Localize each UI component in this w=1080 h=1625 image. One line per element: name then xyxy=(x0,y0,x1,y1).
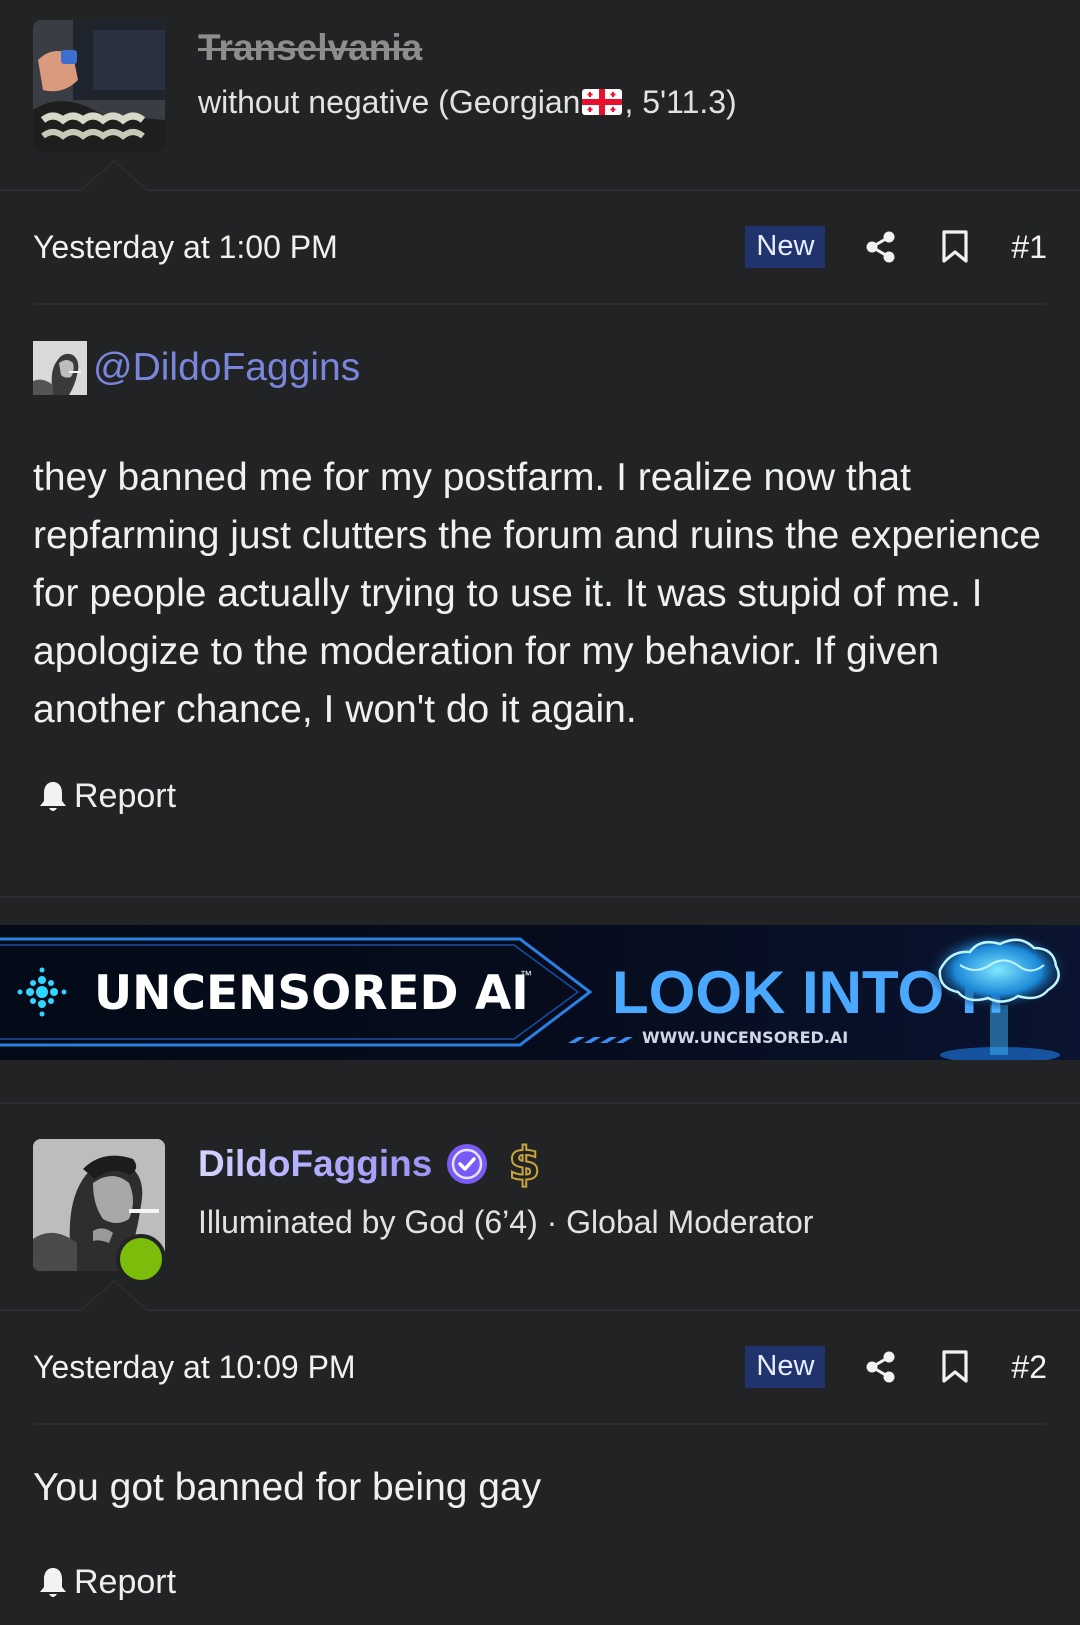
post1-user-title-suffix: , 5'11.3) xyxy=(624,84,737,120)
share-icon[interactable] xyxy=(863,229,899,265)
bookmark-icon[interactable] xyxy=(937,1349,973,1385)
post2-meta-row: Yesterday at 10:09 PM New #2 xyxy=(33,1311,1047,1425)
post1-report-label: Report xyxy=(74,777,177,815)
post2-user-block: DildoFaggins $ Illuminated by God (6’4) … xyxy=(198,1137,814,1242)
post1-mention-row: @DildoFaggins xyxy=(33,340,1047,396)
post2-actions: New #2 xyxy=(745,1346,1047,1388)
post1-header: Transelvania without negative (Georgian … xyxy=(0,0,1080,191)
post1-username[interactable]: Transelvania xyxy=(198,26,737,70)
ad-bottom-divider xyxy=(0,1102,1080,1104)
dollar-badge-icon: $ xyxy=(507,1137,541,1191)
post1-meta-row: Yesterday at 1:00 PM New #1 xyxy=(33,191,1047,305)
post1-user-title: without negative (Georgian , 5'11.3) xyxy=(198,82,737,122)
bell-icon xyxy=(40,781,66,811)
post2-header: DildoFaggins $ Illuminated by God (6’4) … xyxy=(0,1120,1080,1311)
ad-tm: ™ xyxy=(520,968,532,982)
post2-username[interactable]: DildoFaggins xyxy=(198,1142,432,1186)
verified-check-icon xyxy=(447,1144,488,1184)
ad-banner[interactable]: UNCENSORED AI ™ LOOK INTO IT WWW.UNCENSO… xyxy=(0,925,1080,1063)
ad-top-divider xyxy=(0,896,1080,898)
ad-brand: UNCENSORED AI xyxy=(94,966,529,1021)
post1-header-pointer xyxy=(80,160,148,191)
georgia-flag-icon xyxy=(582,89,623,115)
post1-report-link[interactable]: Report xyxy=(38,777,1047,816)
post2-date[interactable]: Yesterday at 10:09 PM xyxy=(33,1349,356,1386)
post2: DildoFaggins $ Illuminated by God (6’4) … xyxy=(0,1120,1080,1602)
post1-avatar[interactable] xyxy=(33,20,165,152)
post2-new-badge: New xyxy=(745,1346,826,1388)
post2-report-label: Report xyxy=(74,1563,177,1601)
ad-url: WWW.UNCENSORED.AI xyxy=(642,1028,848,1047)
post2-user-title: Illuminated by God (6’4) · Global Modera… xyxy=(198,1204,814,1240)
bookmark-icon[interactable] xyxy=(937,229,973,265)
post2-header-pointer xyxy=(80,1280,148,1311)
online-status-dot xyxy=(116,1234,166,1284)
post1-user-title-prefix: without negative (Georgian xyxy=(198,84,581,120)
post1-body: they banned me for my postfarm. I realiz… xyxy=(33,456,1042,731)
post2-body: You got banned for being gay xyxy=(33,1466,542,1509)
post2-report-link[interactable]: Report xyxy=(38,1563,1047,1602)
mention-avatar[interactable] xyxy=(33,341,87,395)
post1-actions: New #1 xyxy=(745,226,1047,268)
mention-link[interactable]: @DildoFaggins xyxy=(93,346,360,390)
bell-icon xyxy=(40,1567,66,1597)
post1-user-block: Transelvania without negative (Georgian … xyxy=(198,26,737,122)
post1-new-badge: New xyxy=(745,226,826,268)
share-icon[interactable] xyxy=(863,1349,899,1385)
post1-number[interactable]: #1 xyxy=(1011,229,1047,266)
post1-date[interactable]: Yesterday at 1:00 PM xyxy=(33,229,338,266)
post2-number[interactable]: #2 xyxy=(1011,1349,1047,1386)
